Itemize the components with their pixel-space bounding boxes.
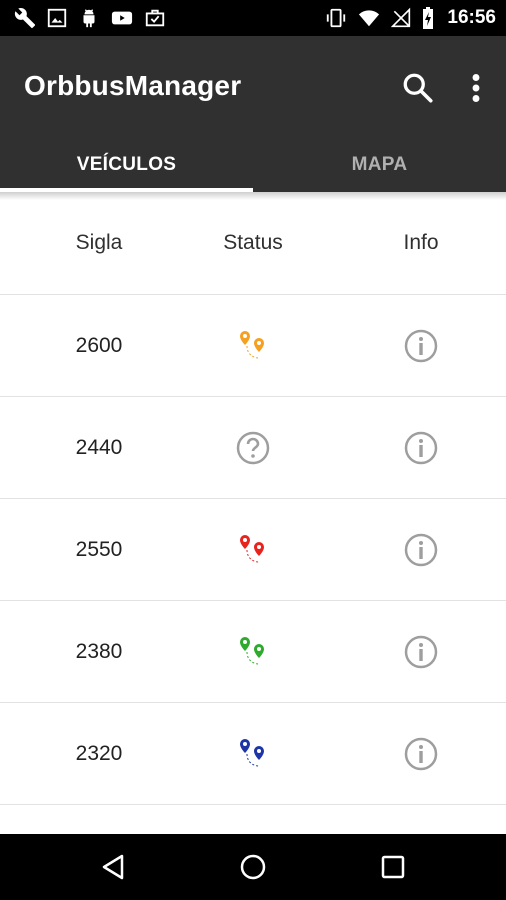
wifi-icon <box>359 10 380 27</box>
tab-mapa-label: MAPA <box>351 154 408 175</box>
more-options-button[interactable] <box>462 70 490 106</box>
no-signal-icon <box>391 7 411 28</box>
vehicle-sigla: 2440 <box>75 435 123 459</box>
search-icon <box>403 73 433 103</box>
route-pins-icon <box>240 636 264 664</box>
info-circle-icon <box>404 635 438 668</box>
table-row[interactable]: 2600 <box>0 295 506 397</box>
route-pins-icon <box>240 330 264 358</box>
app-title: OrbbusManager <box>24 70 242 101</box>
vehicle-sigla: 2600 <box>75 333 123 357</box>
info-button[interactable] <box>336 703 506 804</box>
table-row[interactable]: 2440 <box>0 397 506 499</box>
clock-time: 16:56 <box>447 7 496 28</box>
system-icons: 16:56 <box>325 6 496 30</box>
briefcase-icon <box>145 9 165 27</box>
column-header-status: Status <box>223 231 283 254</box>
vehicle-sigla: 2380 <box>75 639 123 663</box>
home-button[interactable] <box>238 852 268 882</box>
info-circle-icon <box>404 737 438 770</box>
table-row[interactable]: 2320 <box>0 703 506 805</box>
status-bar: 16:56 <box>0 0 506 36</box>
tab-bar: VEÍCULOS MAPA <box>0 138 506 192</box>
info-button[interactable] <box>336 295 506 396</box>
tab-veiculos-label: VEÍCULOS <box>76 154 177 175</box>
column-header-info: Info <box>403 231 439 254</box>
app-bar: OrbbusManager VEÍCULOS MAPA <box>0 36 506 192</box>
vehicle-sigla: 2320 <box>75 741 123 765</box>
info-button[interactable] <box>336 499 506 600</box>
column-header-sigla: Sigla <box>75 231 123 254</box>
table-row[interactable]: 2380 <box>0 601 506 703</box>
route-pins-icon <box>240 738 264 766</box>
help-circle-icon <box>236 431 270 464</box>
info-circle-icon <box>404 533 438 566</box>
search-button[interactable] <box>400 70 436 106</box>
vibrate-icon <box>327 8 346 28</box>
youtube-icon <box>111 11 133 25</box>
info-circle-icon <box>404 431 438 464</box>
image-icon <box>47 8 67 28</box>
notification-icons <box>14 7 166 29</box>
info-circle-icon <box>404 329 438 362</box>
home-circle-icon <box>240 854 266 880</box>
tab-veiculos[interactable]: VEÍCULOS <box>0 138 253 192</box>
tab-mapa[interactable]: MAPA <box>253 138 506 192</box>
route-pins-icon <box>240 534 264 562</box>
table-header-row: Sigla Status Info <box>0 192 506 295</box>
info-button[interactable] <box>336 601 506 702</box>
vehicle-table: Sigla Status Info 2600 2440 2550 2380 23… <box>0 192 506 834</box>
wrench-icon <box>14 8 36 29</box>
info-button[interactable] <box>336 397 506 498</box>
recents-button[interactable] <box>378 852 408 882</box>
table-row[interactable] <box>0 805 506 834</box>
vehicle-sigla: 2550 <box>75 537 123 561</box>
navigation-bar <box>0 834 506 900</box>
android-icon <box>83 9 95 28</box>
recents-square-icon <box>381 855 405 879</box>
table-row[interactable]: 2550 <box>0 499 506 601</box>
more-vert-icon <box>472 74 480 102</box>
back-button[interactable] <box>98 852 128 882</box>
app-bar-shadow <box>0 192 506 200</box>
battery-charging-icon <box>423 7 434 29</box>
back-triangle-icon <box>102 854 124 880</box>
